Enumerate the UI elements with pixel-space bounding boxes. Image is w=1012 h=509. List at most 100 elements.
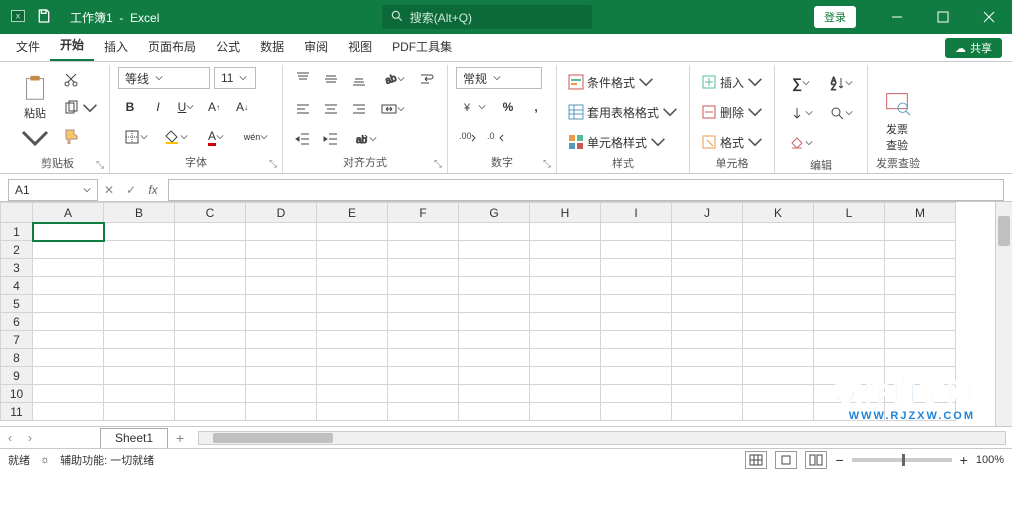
cell[interactable]	[459, 259, 530, 277]
copy-button[interactable]	[60, 97, 101, 119]
italic-button[interactable]: I	[146, 95, 170, 119]
cell[interactable]	[459, 277, 530, 295]
cell[interactable]	[246, 259, 317, 277]
merge-button[interactable]	[375, 97, 411, 121]
vertical-scrollbar[interactable]	[995, 202, 1012, 426]
cell[interactable]	[601, 385, 672, 403]
cell[interactable]	[246, 241, 317, 259]
cell[interactable]	[530, 349, 601, 367]
cell[interactable]	[601, 277, 672, 295]
cell[interactable]	[33, 241, 104, 259]
cell[interactable]	[317, 349, 388, 367]
cell[interactable]	[175, 385, 246, 403]
cell[interactable]	[388, 295, 459, 313]
minimize-button[interactable]	[874, 0, 920, 34]
align-left-button[interactable]	[291, 97, 315, 121]
cell[interactable]	[33, 403, 104, 421]
cell[interactable]	[743, 385, 814, 403]
cell[interactable]	[175, 403, 246, 421]
cell[interactable]	[104, 277, 175, 295]
cell[interactable]	[33, 349, 104, 367]
cell[interactable]	[601, 313, 672, 331]
cell[interactable]	[814, 223, 885, 241]
cell[interactable]	[530, 403, 601, 421]
cell[interactable]	[601, 367, 672, 385]
col-header[interactable]: M	[885, 203, 956, 223]
cell[interactable]	[459, 403, 530, 421]
cell[interactable]	[530, 223, 601, 241]
col-header[interactable]: F	[388, 203, 459, 223]
decrease-indent-button[interactable]	[291, 127, 315, 151]
cell[interactable]	[388, 277, 459, 295]
borders-button[interactable]	[118, 125, 154, 149]
formula-input[interactable]	[168, 179, 1004, 201]
cell[interactable]	[885, 295, 956, 313]
row-header[interactable]: 8	[1, 349, 33, 367]
cell[interactable]	[175, 241, 246, 259]
cell[interactable]	[814, 295, 885, 313]
cell[interactable]	[672, 223, 743, 241]
row-header[interactable]: 9	[1, 367, 33, 385]
cell[interactable]	[672, 331, 743, 349]
cell[interactable]	[33, 277, 104, 295]
cell[interactable]	[104, 295, 175, 313]
increase-font-button[interactable]: A↑	[202, 95, 226, 119]
cell[interactable]	[317, 385, 388, 403]
page-break-view-button[interactable]	[805, 451, 827, 469]
cell[interactable]	[885, 259, 956, 277]
cell[interactable]	[246, 385, 317, 403]
cell[interactable]	[530, 313, 601, 331]
col-header[interactable]: B	[104, 203, 175, 223]
cell[interactable]	[530, 331, 601, 349]
cell[interactable]	[104, 331, 175, 349]
col-header[interactable]: I	[601, 203, 672, 223]
cell[interactable]	[317, 259, 388, 277]
cell[interactable]	[246, 349, 317, 367]
col-header[interactable]: H	[530, 203, 601, 223]
tab-insert[interactable]: 插入	[94, 34, 138, 61]
cell[interactable]	[33, 331, 104, 349]
row-header[interactable]: 4	[1, 277, 33, 295]
cell[interactable]	[672, 295, 743, 313]
font-size-select[interactable]: 11	[214, 67, 256, 89]
cell[interactable]	[743, 259, 814, 277]
cell[interactable]	[885, 223, 956, 241]
percent-button[interactable]: %	[496, 95, 520, 119]
row-header[interactable]: 6	[1, 313, 33, 331]
cell[interactable]	[743, 223, 814, 241]
increase-indent-button[interactable]	[319, 127, 343, 151]
increase-decimal-button[interactable]: .00	[456, 125, 480, 149]
cell[interactable]	[885, 349, 956, 367]
conditional-format-button[interactable]: 条件格式	[565, 71, 681, 93]
cell[interactable]	[388, 259, 459, 277]
align-right-button[interactable]	[347, 97, 371, 121]
format-cells-button[interactable]: 格式	[698, 131, 766, 153]
cell[interactable]	[246, 313, 317, 331]
insert-cells-button[interactable]: 插入	[698, 71, 766, 93]
cell[interactable]	[317, 223, 388, 241]
decrease-decimal-button[interactable]: .0	[484, 125, 508, 149]
col-header[interactable]: A	[33, 203, 104, 223]
enter-formula-button[interactable]: ✓	[120, 179, 142, 201]
cell[interactable]	[388, 385, 459, 403]
clear-button[interactable]	[783, 131, 819, 155]
cell[interactable]	[459, 241, 530, 259]
fill-button[interactable]	[783, 101, 819, 125]
name-box[interactable]: A1	[8, 179, 98, 201]
cell[interactable]	[33, 295, 104, 313]
comma-button[interactable]: ,	[524, 95, 548, 119]
cell[interactable]	[743, 367, 814, 385]
cell[interactable]	[601, 403, 672, 421]
share-button[interactable]: ☁共享	[945, 38, 1002, 58]
cell[interactable]	[104, 313, 175, 331]
cell[interactable]	[601, 349, 672, 367]
cell[interactable]	[743, 331, 814, 349]
sheet-nav-next[interactable]: ›	[20, 431, 40, 445]
tab-view[interactable]: 视图	[338, 34, 382, 61]
cell[interactable]	[672, 277, 743, 295]
row-header[interactable]: 7	[1, 331, 33, 349]
cell[interactable]	[104, 241, 175, 259]
col-header[interactable]: L	[814, 203, 885, 223]
cell[interactable]	[601, 241, 672, 259]
cell[interactable]	[743, 295, 814, 313]
